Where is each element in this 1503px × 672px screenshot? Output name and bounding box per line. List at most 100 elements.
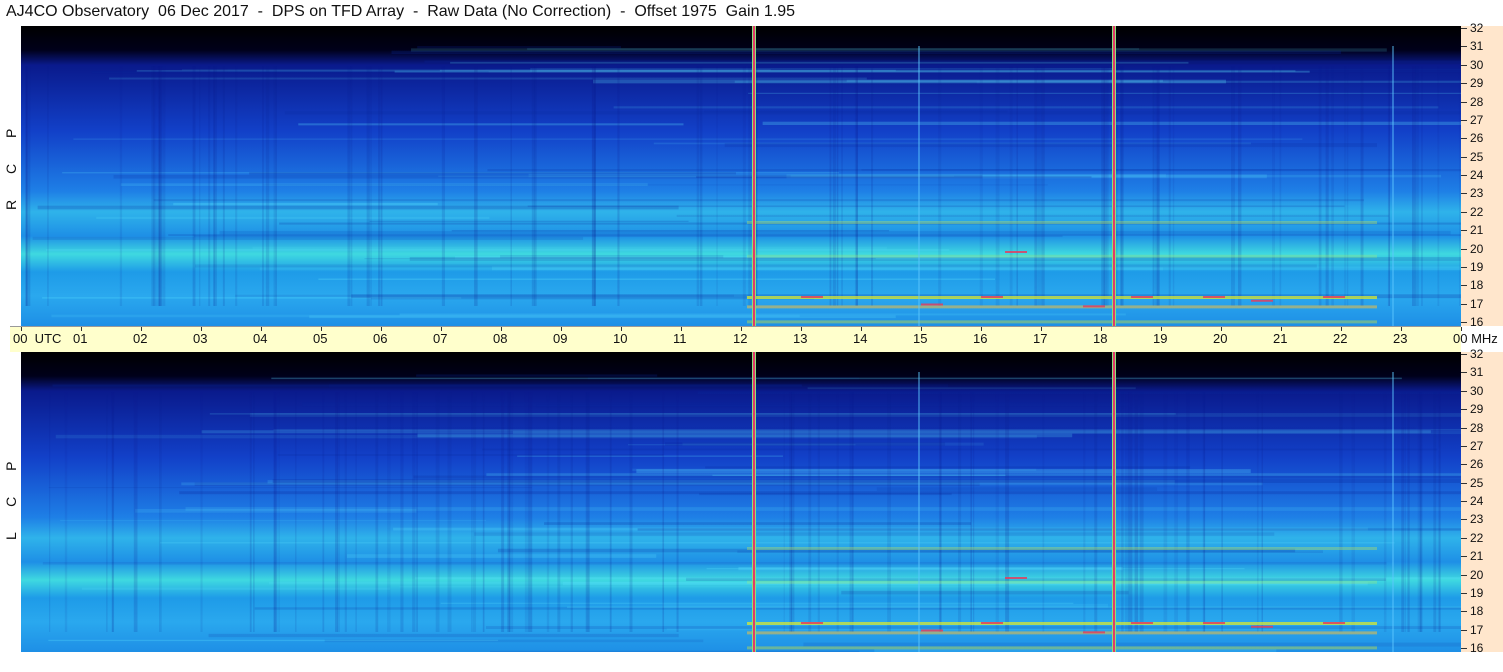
texture-stripe	[887, 392, 891, 632]
texture-stripe	[629, 392, 633, 632]
band-streak	[309, 315, 896, 319]
texture-stripe	[1383, 392, 1387, 632]
texture-stripe	[344, 392, 347, 632]
texture-stripe	[295, 392, 297, 632]
band-streak	[566, 606, 1461, 608]
texture-stripe	[1231, 66, 1235, 306]
texture-stripe	[1272, 66, 1275, 306]
texture-stripe	[1121, 392, 1124, 632]
freq-tick-label: 32	[1470, 21, 1484, 35]
freq-tick-label: 26	[1470, 457, 1484, 472]
texture-stripe	[836, 392, 839, 632]
texture-stripe	[1034, 66, 1038, 306]
texture-stripe	[585, 392, 590, 632]
freq-tickmark	[1461, 175, 1467, 176]
freq-tickmark	[1461, 574, 1467, 576]
texture-stripe	[832, 66, 836, 306]
freq-tickmark	[1461, 354, 1467, 355]
freq-tickmark	[1461, 285, 1467, 287]
band-streak	[762, 121, 1461, 125]
freq-tick-label: 17	[1470, 296, 1484, 311]
texture-stripe	[817, 392, 820, 632]
interference-speckle	[801, 622, 823, 624]
texture-stripe	[265, 66, 270, 306]
freq-tick-label: 29	[1470, 402, 1484, 417]
band-streak	[298, 123, 684, 126]
freq-tickmark	[1461, 611, 1467, 613]
rcp-heatmap	[21, 26, 1461, 326]
texture-stripe	[275, 66, 277, 306]
freq-tick-label: 21	[1470, 223, 1484, 238]
freq-tick-label: 27	[1470, 438, 1484, 453]
texture-stripe	[979, 66, 983, 306]
texture-stripe	[370, 66, 372, 306]
freq-tick-label: 28	[1470, 94, 1484, 109]
freq-tick-label: 28	[1470, 420, 1484, 435]
texture-stripe	[1437, 392, 1440, 632]
time-tick-label: 03	[193, 331, 208, 346]
bright-band	[747, 646, 1377, 650]
texture-stripe	[158, 66, 162, 306]
band-streak	[724, 143, 1377, 148]
texture-stripe	[111, 392, 115, 632]
band-streak	[705, 466, 1191, 469]
time-tick-label: 07	[433, 331, 448, 346]
texture-stripe	[870, 66, 874, 306]
texture-stripe	[662, 392, 665, 632]
texture-stripe	[829, 66, 832, 306]
rcp-frequency-axis: 32 31 30 29 28 27 26 25 24 23 22 21 20 19 18 17 16	[1461, 21, 1503, 329]
band-streak	[208, 633, 679, 638]
texture-stripe	[958, 392, 962, 632]
texture-stripe	[416, 392, 418, 632]
band-streak	[271, 377, 1402, 380]
freq-tickmark	[1461, 372, 1467, 374]
texture-stripe	[716, 66, 718, 306]
marker-line-outer	[1115, 352, 1116, 652]
texture-stripe	[355, 392, 357, 632]
lcp-label: L C P	[3, 450, 19, 541]
freq-tick-label: 19	[1470, 585, 1484, 600]
freq-tickmark	[1461, 409, 1467, 411]
texture-stripe	[273, 392, 276, 632]
time-tick-label: 02	[133, 331, 148, 346]
texture-stripe	[1168, 66, 1171, 306]
texture-stripe	[1237, 66, 1242, 306]
freq-tick-label: 24	[1470, 168, 1484, 182]
freq-tickmark	[1461, 211, 1467, 213]
freq-tickmark	[1461, 501, 1467, 502]
band-streak	[60, 520, 487, 522]
time-tick-label: 21	[1273, 331, 1288, 346]
texture-stripe	[528, 392, 533, 632]
texture-stripe	[995, 392, 999, 632]
band-streak	[637, 528, 1461, 531]
freq-tick-label: 18	[1470, 278, 1484, 293]
texture-stripe	[594, 66, 596, 306]
freq-tick-label: 23	[1470, 512, 1484, 527]
band-streak	[416, 374, 658, 377]
texture-stripe	[808, 392, 812, 632]
texture-stripe	[1388, 66, 1390, 306]
marker-line-outer	[752, 352, 753, 652]
freq-tickmark	[1461, 519, 1467, 521]
texture-stripe	[1094, 392, 1098, 632]
freq-tick-label: 16	[1470, 641, 1484, 655]
texture-stripe	[1186, 392, 1190, 632]
lcp-heatmap	[21, 352, 1461, 652]
interference-speckle	[1005, 251, 1027, 253]
freq-tickmark	[1461, 230, 1467, 232]
freq-tick-label: 30	[1470, 383, 1484, 398]
band-streak	[324, 639, 704, 643]
texture-stripe	[1346, 66, 1349, 306]
interference-speckle	[1083, 305, 1105, 308]
marker-line	[753, 26, 755, 326]
texture-stripe	[1279, 66, 1282, 306]
freq-tick-label: 25	[1470, 475, 1484, 490]
band-streak	[201, 430, 1431, 434]
texture-stripe	[199, 66, 201, 306]
texture-stripe	[789, 392, 792, 632]
texture-stripe	[235, 66, 238, 306]
texture-stripe	[524, 392, 529, 632]
time-tick-label: 22	[1333, 331, 1348, 346]
marker-line-outer	[752, 26, 753, 326]
time-tick-label: 09	[553, 331, 568, 346]
